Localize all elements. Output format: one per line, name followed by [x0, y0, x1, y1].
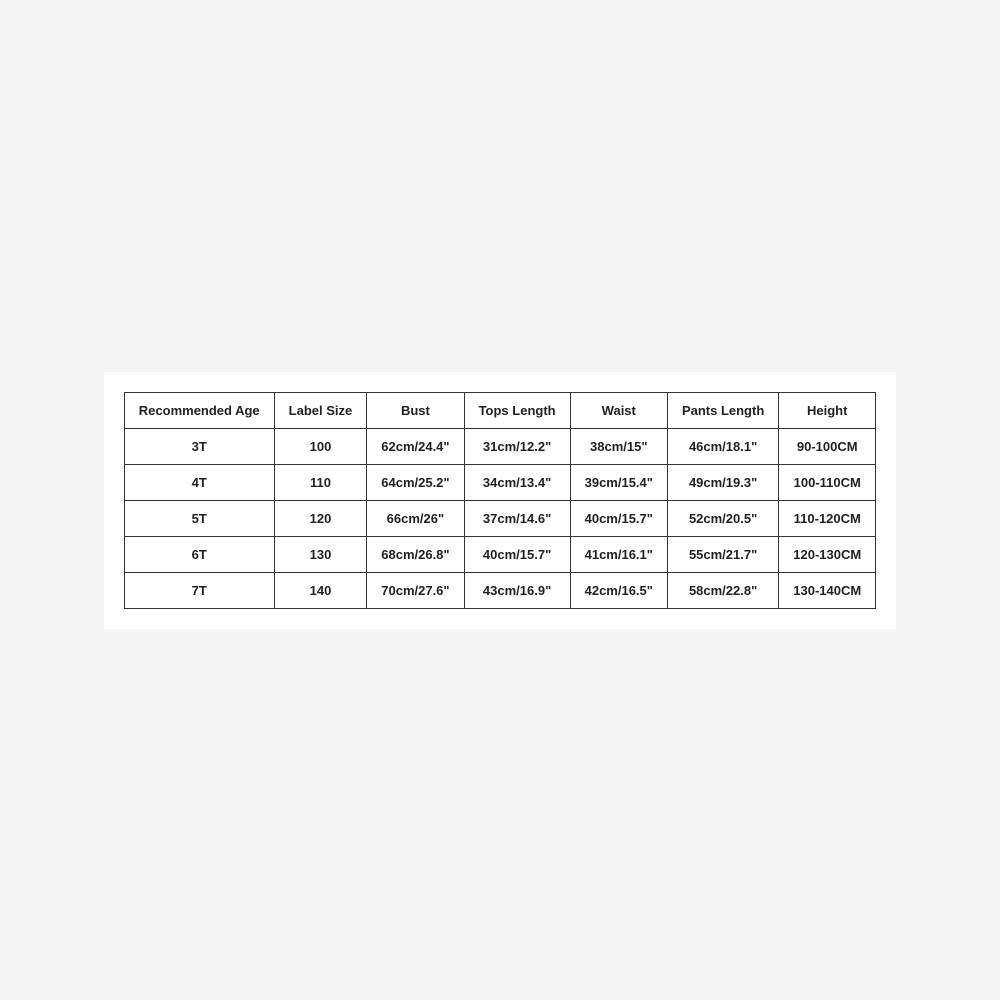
cell-r2-c4: 40cm/15.7"	[570, 500, 667, 536]
cell-r4-c0: 7T	[124, 572, 274, 608]
header-col-6: Height	[779, 392, 876, 428]
header-col-0: Recommended Age	[124, 392, 274, 428]
cell-r1-c3: 34cm/13.4"	[464, 464, 570, 500]
table-row: 7T14070cm/27.6"43cm/16.9"42cm/16.5"58cm/…	[124, 572, 875, 608]
cell-r1-c0: 4T	[124, 464, 274, 500]
cell-r3-c0: 6T	[124, 536, 274, 572]
table-header-row: Recommended AgeLabel SizeBustTops Length…	[124, 392, 875, 428]
cell-r0-c1: 100	[274, 428, 367, 464]
cell-r0-c0: 3T	[124, 428, 274, 464]
cell-r4-c4: 42cm/16.5"	[570, 572, 667, 608]
cell-r1-c5: 49cm/19.3"	[667, 464, 778, 500]
header-col-2: Bust	[367, 392, 464, 428]
header-col-1: Label Size	[274, 392, 367, 428]
table-row: 5T12066cm/26"37cm/14.6"40cm/15.7"52cm/20…	[124, 500, 875, 536]
cell-r3-c6: 120-130CM	[779, 536, 876, 572]
size-chart-container: Recommended AgeLabel SizeBustTops Length…	[104, 372, 896, 629]
header-col-4: Waist	[570, 392, 667, 428]
cell-r3-c4: 41cm/16.1"	[570, 536, 667, 572]
cell-r2-c3: 37cm/14.6"	[464, 500, 570, 536]
cell-r4-c2: 70cm/27.6"	[367, 572, 464, 608]
cell-r4-c6: 130-140CM	[779, 572, 876, 608]
table-row: 3T10062cm/24.4"31cm/12.2"38cm/15"46cm/18…	[124, 428, 875, 464]
cell-r0-c2: 62cm/24.4"	[367, 428, 464, 464]
table-row: 4T11064cm/25.2"34cm/13.4"39cm/15.4"49cm/…	[124, 464, 875, 500]
cell-r3-c2: 68cm/26.8"	[367, 536, 464, 572]
cell-r2-c5: 52cm/20.5"	[667, 500, 778, 536]
header-col-5: Pants Length	[667, 392, 778, 428]
cell-r3-c1: 130	[274, 536, 367, 572]
cell-r1-c6: 100-110CM	[779, 464, 876, 500]
cell-r0-c5: 46cm/18.1"	[667, 428, 778, 464]
cell-r0-c6: 90-100CM	[779, 428, 876, 464]
cell-r3-c3: 40cm/15.7"	[464, 536, 570, 572]
cell-r4-c3: 43cm/16.9"	[464, 572, 570, 608]
cell-r3-c5: 55cm/21.7"	[667, 536, 778, 572]
cell-r0-c3: 31cm/12.2"	[464, 428, 570, 464]
cell-r1-c2: 64cm/25.2"	[367, 464, 464, 500]
cell-r4-c5: 58cm/22.8"	[667, 572, 778, 608]
cell-r2-c6: 110-120CM	[779, 500, 876, 536]
cell-r2-c0: 5T	[124, 500, 274, 536]
cell-r0-c4: 38cm/15"	[570, 428, 667, 464]
cell-r4-c1: 140	[274, 572, 367, 608]
cell-r2-c2: 66cm/26"	[367, 500, 464, 536]
header-col-3: Tops Length	[464, 392, 570, 428]
table-body: 3T10062cm/24.4"31cm/12.2"38cm/15"46cm/18…	[124, 428, 875, 608]
cell-r1-c1: 110	[274, 464, 367, 500]
cell-r1-c4: 39cm/15.4"	[570, 464, 667, 500]
table-row: 6T13068cm/26.8"40cm/15.7"41cm/16.1"55cm/…	[124, 536, 875, 572]
size-chart-table: Recommended AgeLabel SizeBustTops Length…	[124, 392, 876, 609]
cell-r2-c1: 120	[274, 500, 367, 536]
